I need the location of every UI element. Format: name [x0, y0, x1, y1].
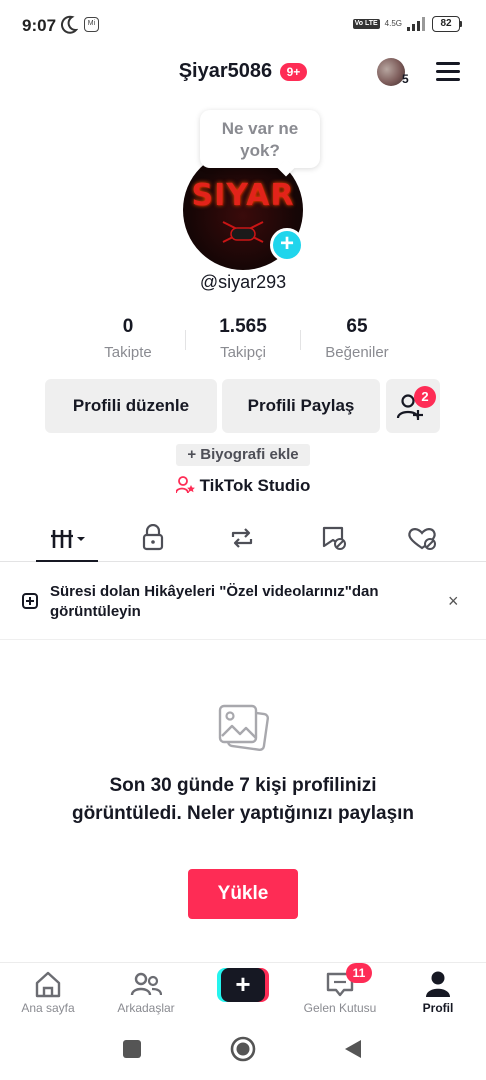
avatar-area: SIYAR Ne var ne yok?	[0, 110, 486, 270]
stat-following[interactable]: 0 Takipte	[68, 316, 188, 361]
studio-user-icon	[175, 476, 195, 494]
nav-profile[interactable]: Profil	[390, 969, 486, 1015]
signal-icon	[407, 17, 425, 31]
nav-inbox-label: Gelen Kutusu	[303, 1001, 377, 1015]
nav-home[interactable]: Ana sayfa	[0, 969, 96, 1015]
upload-button[interactable]: Yükle	[188, 869, 298, 919]
tab-liked[interactable]	[402, 524, 442, 554]
tab-videos[interactable]	[48, 524, 90, 554]
header-username[interactable]: Şiyar5086	[179, 60, 272, 82]
grid-icon	[51, 530, 85, 548]
tab-reposts[interactable]	[222, 524, 262, 554]
edit-profile-button[interactable]: Profili düzenle	[45, 379, 217, 433]
stories-notice[interactable]: Süresi dolan Hikâyeleri "Özel videoların…	[0, 562, 486, 640]
stat-label: Takipte	[104, 344, 152, 361]
account-avatar[interactable]	[377, 58, 405, 86]
profile-stats: 0 Takipte 1.565 Takipçi 65 Beğeniler	[0, 316, 486, 368]
bottom-navigation: Ana sayfa Arkadaşlar + 11 Gelen Kutusu P…	[0, 962, 486, 1022]
stat-label: Takipçi	[220, 344, 266, 361]
content-tabs	[0, 514, 486, 562]
share-profile-button[interactable]: Profili Paylaş	[222, 379, 380, 433]
photos-icon	[218, 704, 270, 752]
do-not-disturb-icon	[61, 15, 78, 34]
nav-home-label: Ana sayfa	[21, 1001, 75, 1015]
back-icon[interactable]	[343, 1038, 363, 1060]
recents-icon[interactable]	[121, 1038, 143, 1060]
bookmark-hidden-icon	[322, 526, 346, 550]
profile-handle: @siyar293	[199, 272, 287, 292]
battery-level: 82	[432, 16, 460, 32]
nav-inbox[interactable]: 11 Gelen Kutusu	[292, 963, 388, 1015]
create-plus-icon: +	[221, 968, 265, 1002]
menu-icon[interactable]	[436, 62, 460, 82]
tab-favorites[interactable]	[313, 524, 353, 554]
repost-icon	[231, 528, 253, 548]
close-icon[interactable]: ×	[448, 592, 459, 610]
create-button[interactable]: +	[217, 968, 269, 1002]
app-notification-icon: Mi	[84, 17, 99, 32]
stat-followers[interactable]: 1.565 Takipçi	[183, 316, 303, 361]
note-bubble[interactable]: Ne var ne yok?	[200, 110, 320, 168]
add-friends-badge: 2	[414, 386, 436, 408]
nav-friends[interactable]: Arkadaşlar	[98, 969, 194, 1015]
account-count: 5	[402, 72, 409, 86]
studio-label: TikTok Studio	[199, 476, 311, 495]
account-switcher[interactable]: Şiyar5086 9+	[0, 60, 486, 83]
inbox-badge: 11	[346, 963, 372, 983]
profile-icon	[426, 971, 450, 997]
stat-label: Beğeniler	[325, 344, 389, 361]
gamepad-icon	[222, 221, 264, 243]
status-time: 9:07	[22, 16, 57, 35]
tiktok-studio-link[interactable]: TikTok Studio	[0, 476, 486, 496]
notice-text: Süresi dolan Hikâyeleri "Özel videoların…	[50, 583, 379, 620]
nav-profile-label: Profil	[422, 1001, 454, 1015]
status-bar: 9:07 Mi Vo LTE 4.5G 82	[0, 0, 486, 52]
friends-icon	[130, 972, 162, 996]
add-bio-button[interactable]: + Biyografi ekle	[176, 444, 310, 466]
story-add-icon	[22, 593, 38, 609]
stat-likes[interactable]: 65 Beğeniler	[297, 316, 417, 361]
home-icon	[35, 971, 61, 998]
empty-state-message: Son 30 günde 7 kişi profilinizi görüntül…	[71, 775, 415, 824]
profile-header: Şiyar5086 9+ 5	[0, 52, 486, 96]
note-bubble-text: Ne var ne yok?	[221, 119, 299, 160]
stat-value: 0	[122, 316, 134, 337]
stat-value: 1.565	[219, 316, 267, 337]
volte-icon: Vo LTE	[352, 19, 380, 29]
tab-private[interactable]	[133, 523, 173, 554]
battery-icon: 82	[432, 16, 462, 32]
notification-badge: 9+	[279, 62, 308, 81]
add-friends-button[interactable]: 2	[386, 379, 440, 433]
add-story-button[interactable]: +	[270, 228, 304, 262]
lock-icon	[142, 523, 164, 551]
network-type: 4.5G	[384, 19, 402, 28]
system-navigation	[0, 1022, 486, 1080]
home-button-icon[interactable]	[230, 1036, 256, 1062]
heart-hidden-icon	[408, 528, 436, 550]
nav-friends-label: Arkadaşlar	[117, 1001, 175, 1015]
stat-value: 65	[346, 316, 368, 337]
avatar-logo-text: SIYAR	[191, 178, 295, 213]
